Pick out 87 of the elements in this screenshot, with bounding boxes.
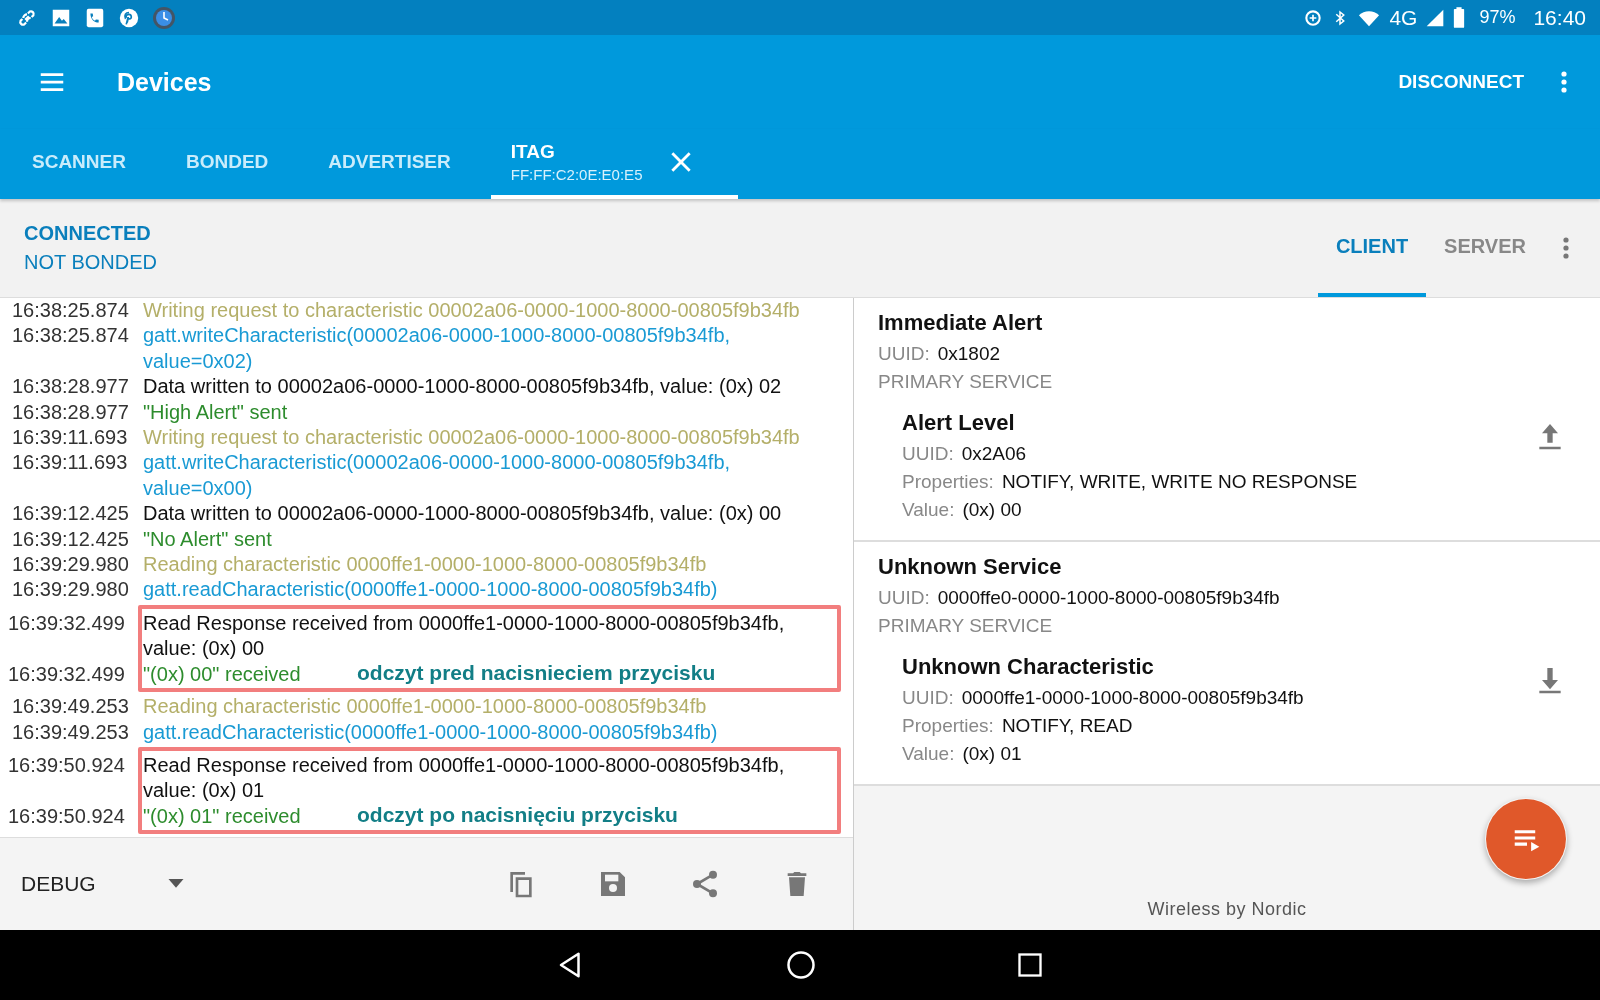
field-label: UUID: [902,687,954,708]
callout-note: odczyt po nacisnięciu przycisku [357,802,678,828]
service-type: PRIMARY SERVICE [878,370,1054,394]
field-value: (0x) 00 [962,499,1022,520]
log-message: "(0x) 00" received [143,661,301,687]
log-time: 16:38:25.874 [12,298,130,323]
characteristic-name: Alert Level [902,410,1016,436]
service-type: PRIMARY SERVICE [878,614,1054,638]
app-title: Devices [117,67,213,97]
caret-icon [167,879,184,889]
log-time: 16:39:49.253 [12,719,130,745]
uuid-value: 0x1802 [937,343,1001,364]
phone-icon [84,6,106,29]
service-card[interactable]: Immediate Alert UUID: 0x1802 PRIMARY SERVICE Alert Level UUID: 0x2A06 Properties: NOTIFY, WRITE, WRITE NO RESPONSE Value: (0x) 00 [854,298,1600,542]
brand-text: Wireless by Nordic [1146,899,1308,921]
tab-label[interactable]: ADVERTISER [328,151,451,173]
field-value: 0x2A06 [961,443,1027,464]
view-tab[interactable]: SERVER [1426,199,1544,297]
home-icon[interactable] [786,950,816,980]
log-message: Data written to 00002a06-0000-1000-8000-00805f9b34fb, value: (0x) 00 [143,501,782,527]
device-tab[interactable]: SCANNER [12,129,146,199]
clock-time: 16:40 [1533,5,1586,30]
more-icon[interactable] [1562,236,1570,260]
connection-status: CONNECTED [24,222,152,245]
log-time: 16:39:49.253 [12,694,130,720]
log-time: 16:39:29.980 [12,552,130,578]
more-icon[interactable] [1560,70,1568,94]
clock-icon [152,5,176,30]
field-value: (0x) 01 [962,743,1022,764]
field-label: Properties: [902,715,994,736]
field-label: Properties: [902,471,994,492]
field-value: 0000ffe1-0000-1000-8000-00805f9b34fb [961,687,1304,708]
log-message: Data written to 00002a06-0000-1000-8000-00805f9b34fb, value: (0x) 02 [143,374,782,400]
log-time: 16:39:50.924 [8,803,126,829]
log-message: "High Alert" sent [143,399,288,425]
signal-icon [1425,7,1446,28]
characteristic-name: Unknown Characteristic [902,654,1155,680]
log-time: 16:38:28.977 [12,374,130,400]
log-level-dropdown[interactable]: DEBUG [21,872,184,896]
network-label: 4G [1389,5,1418,30]
field-label: Value: [902,743,955,764]
log-message: gatt.writeCharacteristic(00002a06-0000-1000-8000-00805f9b34fb, value=0x02) [143,323,732,374]
log-message: Writing request to characteristic 00002a06-0000-1000-8000-00805f9b34fb [143,425,800,451]
field-label: Value: [902,499,955,520]
uuid-value: 0000ffe0-0000-1000-8000-00805f9b34fb [937,587,1280,608]
log-time: 16:39:11.693 [12,450,129,476]
bond-status: NOT BONDED [24,251,157,274]
tab-label[interactable]: BONDED [185,151,269,173]
device-tab[interactable]: BONDED [165,129,289,199]
recents-icon[interactable] [1016,951,1044,979]
log-message: gatt.readCharacteristic(0000ffe1-0000-1000-8000-00805f9b34fb) [143,719,718,745]
field-value: NOTIFY, WRITE, WRITE NO RESPONSE [1001,471,1358,492]
log-message: gatt.writeCharacteristic(00002a06-0000-1000-8000-00805f9b34fb, value=0x00) [143,450,732,501]
uuid-label: UUID: [878,587,930,608]
callout-note: odczyt pred nacisnieciem przycisku [357,660,716,686]
log-time: 16:38:25.874 [12,323,130,349]
service-name: Immediate Alert [878,310,1044,336]
battery-percent: 97% [1479,7,1516,28]
disconnect-button[interactable]: DISCONNECT [1398,63,1524,101]
log-message: Writing request to characteristic 00002a06-0000-1000-8000-00805f9b34fb [143,298,800,323]
log-message: Read Response received from 0000ffe1-0000-1000-8000-00805f9b34fb, value: (0x) 00 [143,610,786,662]
log-message: Reading characteristic 0000ffe1-0000-1000-8000-00805f9b34fb [143,552,707,578]
log-message: gatt.readCharacteristic(0000ffe1-0000-1000-8000-00805f9b34fb) [143,577,718,603]
log-time: 16:38:28.977 [12,399,130,425]
log-time: 16:39:12.425 [12,501,130,527]
log-time: 16:39:50.924 [8,752,126,778]
device-tab[interactable]: ADVERTISER [308,129,471,199]
log-message: "(0x) 01" received [143,803,301,829]
log-time: 16:39:11.693 [12,425,129,451]
log-message: Reading characteristic 0000ffe1-0000-1000-8000-00805f9b34fb [143,694,707,720]
log-time: 16:39:29.980 [12,577,130,603]
battery-icon [1453,7,1466,28]
tab-label[interactable]: SCANNER [32,151,126,173]
field-label: UUID: [902,443,954,464]
log-message: "No Alert" sent [143,526,272,552]
tab-label[interactable]: ITAG [510,141,643,163]
log-message: Read Response received from 0000ffe1-0000-1000-8000-00805f9b34fb, value: (0x) 01 [143,752,786,804]
uuid-label: UUID: [878,343,930,364]
device-address: FF:FF:C2:0E:E0:E5 [510,166,643,183]
field-value: NOTIFY, READ [1001,715,1133,736]
log-time: 16:39:32.499 [8,610,126,636]
log-icon[interactable] [1485,798,1567,880]
service-name: Unknown Service [878,554,1063,580]
log-time: 16:39:32.499 [8,661,126,687]
service-card[interactable]: Unknown Service UUID: 0000ffe0-0000-1000-8000-00805f9b34fb PRIMARY SERVICE Unknown Characteristic UUID: 0000ffe1-0000-1000-8000-00805f9b34fb Properties: NOTIFY, READ Value: (0x) 01 [854,542,1600,786]
log-time: 16:39:12.425 [12,526,130,552]
data-saver-icon [1303,7,1324,28]
